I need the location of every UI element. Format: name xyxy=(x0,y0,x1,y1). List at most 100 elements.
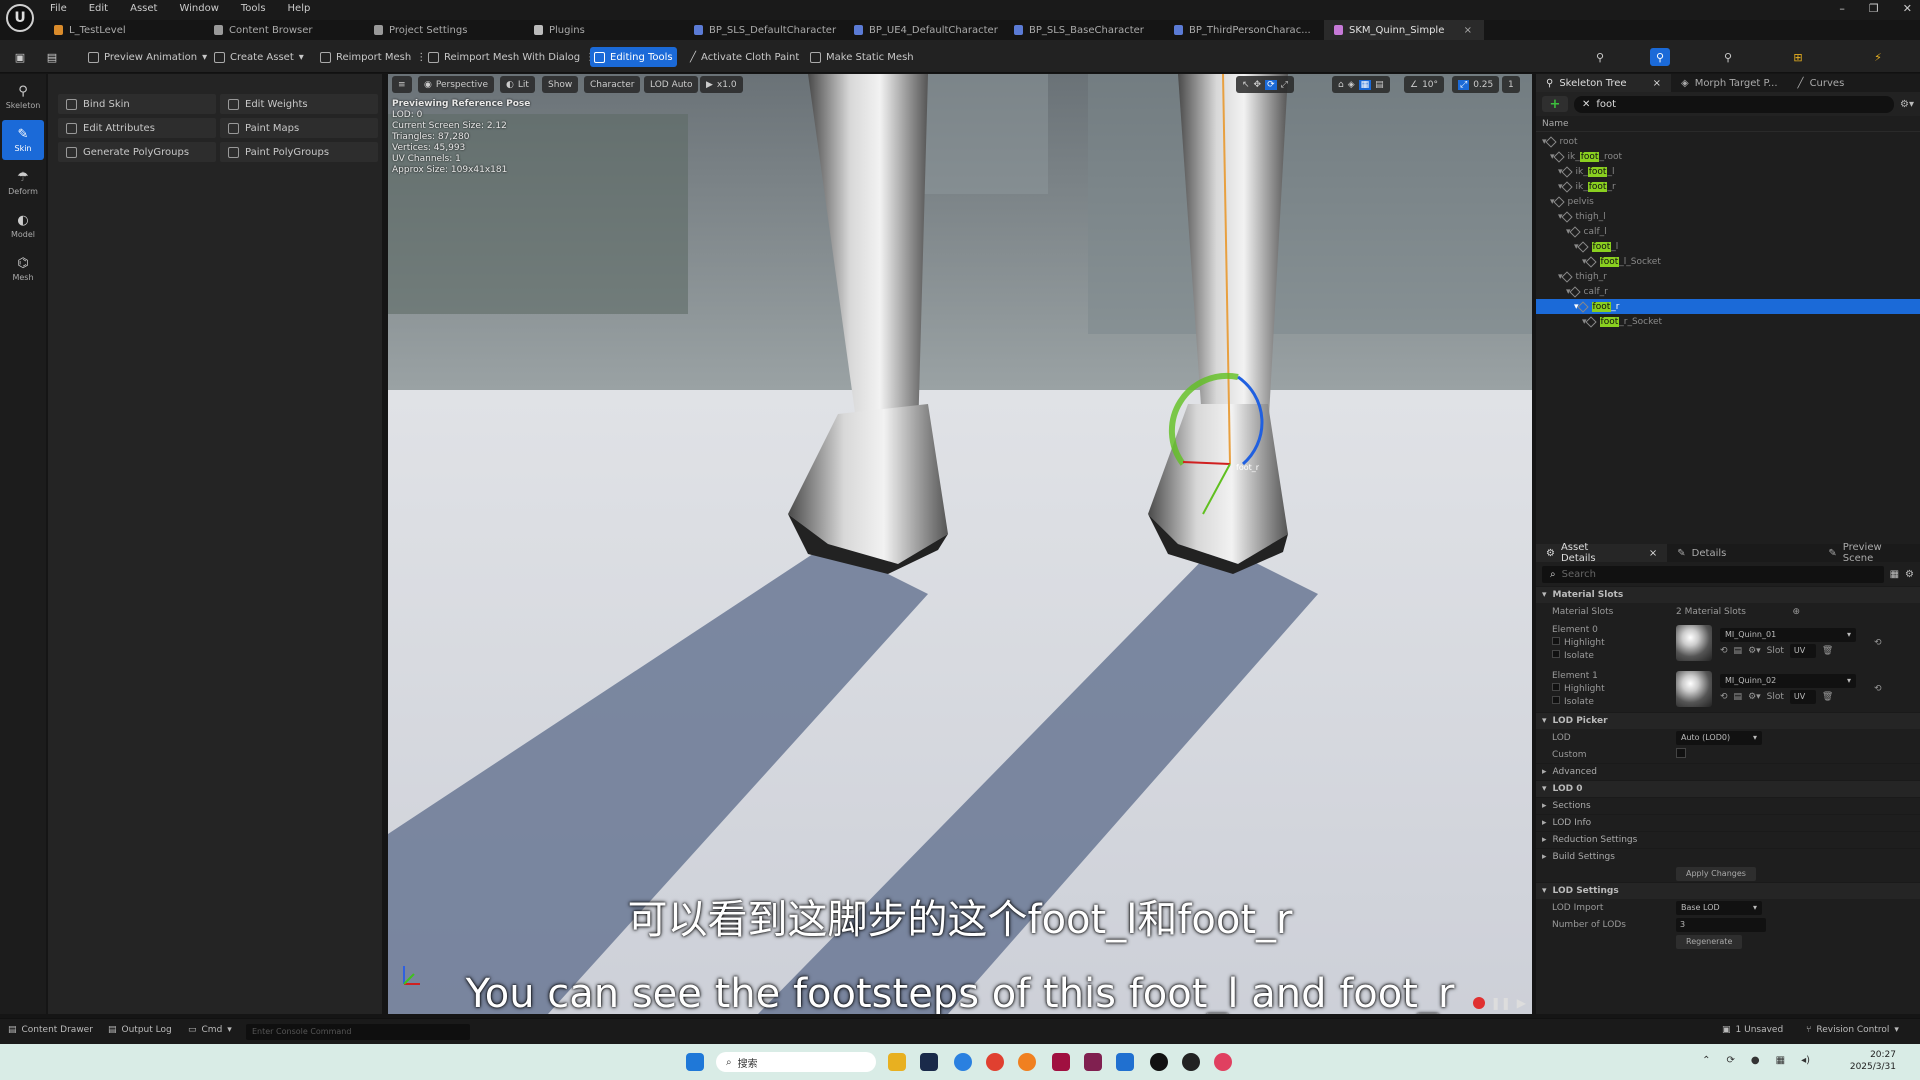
apply-changes-button[interactable]: Apply Changes xyxy=(1676,866,1756,881)
menu-item-window[interactable]: Window xyxy=(179,3,218,14)
tab-bp-sls-defaultcharacter[interactable]: BP_SLS_DefaultCharacter xyxy=(684,20,844,40)
menu-item-tools[interactable]: Tools xyxy=(241,3,266,14)
preview-viewport[interactable]: foot_r ≡ ◉ Perspective ◐ Lit Show Characte… xyxy=(388,74,1532,1014)
minimize-icon[interactable]: – xyxy=(1839,2,1845,15)
editing-tools-button[interactable]: Editing Tools xyxy=(590,47,677,67)
skeleton-editor-icon[interactable]: ⚲ xyxy=(1590,48,1610,66)
pause-icon[interactable]: ❚❚ xyxy=(1491,996,1511,1010)
browse-icon[interactable]: ▤ xyxy=(1734,689,1743,705)
tree-node[interactable]: ▾ calf_r xyxy=(1536,284,1920,299)
lod-import-dropdown[interactable]: Base LOD ▾ xyxy=(1676,900,1762,915)
close-window-icon[interactable]: ✕ xyxy=(1903,2,1912,15)
chevron-up-icon[interactable]: ⌃ xyxy=(1702,1055,1710,1066)
play-forward-icon[interactable]: ▶ xyxy=(1517,996,1526,1010)
tab-bp-sls-basecharacter[interactable]: BP_SLS_BaseCharacter xyxy=(1004,20,1164,40)
paint-polygroups-button[interactable]: Paint PolyGroups xyxy=(220,142,378,162)
sync-icon[interactable]: ⟳ xyxy=(1727,1055,1735,1066)
material-thumbnail[interactable] xyxy=(1676,671,1712,707)
record-icon[interactable] xyxy=(1472,997,1485,1009)
physics-editor-icon[interactable]: ⚡ xyxy=(1868,48,1888,66)
regenerate-button[interactable]: Regenerate xyxy=(1676,934,1743,949)
paint-maps-button[interactable]: Paint Maps xyxy=(220,118,378,138)
generate-polygroups-button[interactable]: Generate PolyGroups xyxy=(58,142,216,162)
network-icon[interactable]: ▦ xyxy=(1776,1055,1785,1066)
tree-node[interactable]: ▾ thigh_r xyxy=(1536,269,1920,284)
preview-animation-button[interactable]: Preview Animation ▾ xyxy=(84,47,211,67)
details-search-input[interactable]: ⌕ Search xyxy=(1542,565,1884,583)
material-options-icon[interactable]: ⚙▾ xyxy=(1748,643,1761,659)
settings-gear-icon[interactable]: ⚙▾ xyxy=(1900,99,1914,110)
save-icon[interactable]: ▣ xyxy=(10,48,30,66)
menu-item-help[interactable]: Help xyxy=(288,3,311,14)
start-icon[interactable] xyxy=(686,1053,704,1071)
tab-morph-target[interactable]: ◈ Morph Target P... xyxy=(1671,74,1788,92)
tree-node[interactable]: ▾ foot _r_Socket xyxy=(1536,314,1920,329)
lod-info-row[interactable]: ▸ LOD Info xyxy=(1536,814,1920,831)
transform-tools-group[interactable]: ↖ ✥ ⟳ ⤢ xyxy=(1236,76,1294,93)
browse-icon[interactable]: ▤ xyxy=(42,48,62,66)
content-drawer-button[interactable]: ▤ Content Drawer xyxy=(8,1025,93,1035)
reimport-with-dialog-button[interactable]: Reimport Mesh With Dialog ⋮ xyxy=(424,47,599,67)
tree-node[interactable]: ▾ calf_l xyxy=(1536,224,1920,239)
sections-row[interactable]: ▸ Sections xyxy=(1536,797,1920,814)
firefox-icon[interactable] xyxy=(1018,1053,1036,1071)
mesh-editor-icon[interactable]: ⚲ xyxy=(1650,48,1670,66)
reset-arrow-icon[interactable]: ⟲ xyxy=(1874,684,1882,694)
tab-content-browser[interactable]: Content Browser xyxy=(204,20,364,40)
unreal-taskbar-icon[interactable] xyxy=(1150,1053,1168,1071)
delete-icon[interactable]: 🗑 xyxy=(1822,689,1833,705)
tab-bp-thirdpersoncharac-[interactable]: BP_ThirdPersonCharac... xyxy=(1164,20,1324,40)
uv-slot-input[interactable]: UV xyxy=(1789,690,1816,704)
material-thumbnail[interactable] xyxy=(1676,625,1712,661)
tab-asset-details[interactable]: ⚙ Asset Details × xyxy=(1536,542,1668,564)
lit-button[interactable]: ◐ Lit xyxy=(500,76,535,93)
table-view-icon[interactable]: ▦ xyxy=(1890,569,1899,580)
lod0-section[interactable]: ▾ LOD 0 xyxy=(1536,780,1920,797)
unsaved-indicator[interactable]: ▣ 1 Unsaved xyxy=(1722,1025,1783,1035)
add-slot-icon[interactable]: ⊕ xyxy=(1792,607,1800,617)
menu-item-edit[interactable]: Edit xyxy=(89,3,108,14)
scale-snap-button[interactable]: ⤢ 0.25 xyxy=(1452,76,1500,93)
mode-model[interactable]: ◐ Model xyxy=(2,206,44,246)
app-icon-pink[interactable] xyxy=(1214,1053,1232,1071)
taskbar-clock[interactable]: 20:27 2025/3/31 xyxy=(1850,1049,1896,1073)
tree-node[interactable]: ▾ pelvis xyxy=(1536,194,1920,209)
material-slots-section[interactable]: ▾ Material Slots xyxy=(1536,586,1920,603)
tree-node[interactable]: ▾ thigh_l xyxy=(1536,209,1920,224)
tab-project-settings[interactable]: Project Settings xyxy=(364,20,524,40)
reimport-mesh-button[interactable]: Reimport Mesh ⋮ xyxy=(316,47,430,67)
menu-item-asset[interactable]: Asset xyxy=(130,3,157,14)
chrome-icon[interactable] xyxy=(986,1053,1004,1071)
material-dropdown[interactable]: MI_Quinn_01 ▾ xyxy=(1720,628,1856,642)
tab-bp-ue4-defaultcharacter[interactable]: BP_UE4_DefaultCharacter xyxy=(844,20,1004,40)
uv-slot-input[interactable]: UV xyxy=(1789,644,1816,658)
mode-mesh[interactable]: ⌬ Mesh xyxy=(2,249,44,289)
tab-preview-scene[interactable]: ✎ Preview Scene xyxy=(1818,542,1920,564)
revision-control-button[interactable]: ⑂ Revision Control ▾ xyxy=(1806,1025,1899,1035)
mode-skeleton[interactable]: ⚲ Skeleton xyxy=(2,77,44,117)
vscode-icon[interactable] xyxy=(1116,1053,1134,1071)
activate-cloth-paint-button[interactable]: ╱ Activate Cloth Paint xyxy=(686,47,803,67)
character-button[interactable]: Character xyxy=(584,76,641,93)
use-selected-icon[interactable]: ⟲ xyxy=(1720,643,1728,659)
tree-node[interactable]: ▾ ik_ foot _l xyxy=(1536,164,1920,179)
app-icon-dark[interactable] xyxy=(1182,1053,1200,1071)
clear-search-icon[interactable]: ✕ xyxy=(1582,99,1590,110)
browse-icon[interactable]: ▤ xyxy=(1734,643,1743,659)
console-input[interactable]: Enter Console Command xyxy=(246,1024,470,1040)
tree-node[interactable]: ▾ foot _l_Socket xyxy=(1536,254,1920,269)
edit-attributes-button[interactable]: Edit Attributes xyxy=(58,118,216,138)
make-static-mesh-button[interactable]: Make Static Mesh xyxy=(806,47,918,67)
edit-weights-button[interactable]: Edit Weights xyxy=(220,94,378,114)
tree-node[interactable]: ▾ root xyxy=(1536,134,1920,149)
blueprint-editor-icon[interactable]: ⊞ xyxy=(1788,48,1808,66)
delete-icon[interactable]: 🗑 xyxy=(1822,643,1833,659)
file-explorer-icon[interactable] xyxy=(888,1053,906,1071)
highlight-checkbox[interactable] xyxy=(1552,682,1560,691)
tree-node[interactable]: ▾ foot _l xyxy=(1536,239,1920,254)
close-tab-icon[interactable]: × xyxy=(1464,25,1472,36)
custom-checkbox[interactable] xyxy=(1676,748,1686,758)
tab-curves[interactable]: ╱ Curves xyxy=(1788,74,1855,92)
cmd-dropdown[interactable]: ▭ Cmd ▾ xyxy=(188,1025,232,1035)
isolate-checkbox[interactable] xyxy=(1552,649,1560,658)
